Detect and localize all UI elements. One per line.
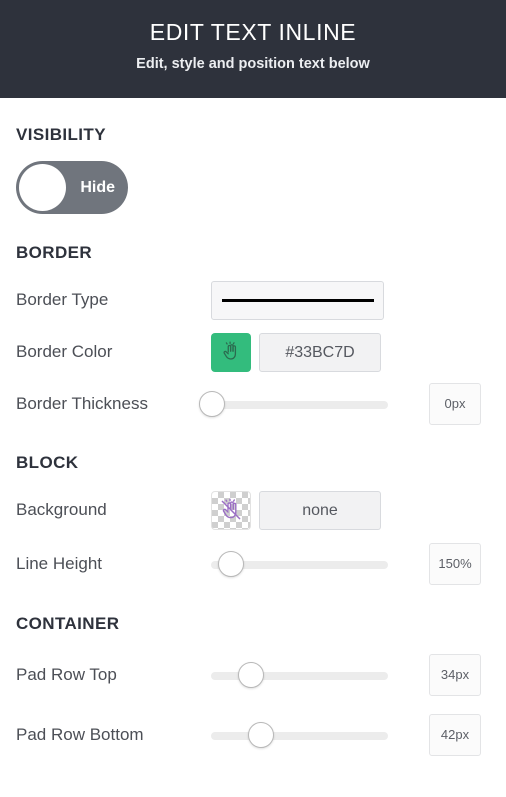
slider-knob[interactable] xyxy=(248,722,274,748)
label-background: Background xyxy=(16,500,107,519)
label-border-type: Border Type xyxy=(16,290,109,309)
border-type-select[interactable] xyxy=(211,280,384,320)
label-pad-row-top: Pad Row Top xyxy=(16,665,117,684)
row-line-height: Line Height 150% xyxy=(16,539,490,589)
pad-row-bottom-slider[interactable] xyxy=(211,720,388,750)
page-title: EDIT TEXT INLINE xyxy=(149,19,357,45)
slider-knob[interactable] xyxy=(199,391,225,417)
border-thickness-value[interactable]: 0px xyxy=(429,383,481,425)
border-color-value[interactable]: #33BC7D xyxy=(259,332,381,372)
visibility-toggle[interactable]: Hide xyxy=(16,161,128,214)
border-color-swatch[interactable] xyxy=(211,332,251,372)
visibility-toggle-wrap: Hide xyxy=(16,145,490,215)
label-border-color: Border Color xyxy=(16,342,113,361)
section-heading-block: BLOCK xyxy=(16,453,79,472)
row-border-type: Border Type xyxy=(16,275,490,325)
row-pad-row-bottom: Pad Row Bottom 42px xyxy=(16,710,490,760)
slider-knob[interactable] xyxy=(238,662,264,688)
toggle-knob[interactable] xyxy=(19,164,66,211)
section-heading-visibility: VISIBILITY xyxy=(16,125,106,144)
row-background: Background none xyxy=(16,485,490,535)
border-type-preview-line xyxy=(221,298,374,302)
label-border-thickness: Border Thickness xyxy=(16,394,148,413)
toggle-label: Hide xyxy=(80,179,115,196)
panel-header: EDIT TEXT INLINE Edit, style and positio… xyxy=(0,0,506,98)
background-color-value[interactable]: none xyxy=(259,490,381,530)
pad-row-top-slider[interactable] xyxy=(211,660,388,690)
slider-knob[interactable] xyxy=(218,551,244,577)
background-color-swatch[interactable] xyxy=(211,490,251,530)
row-border-color: Border Color #33BC7D xyxy=(16,327,490,377)
label-line-height: Line Height xyxy=(16,554,103,573)
section-heading-border: BORDER xyxy=(16,243,93,262)
section-heading-container: CONTAINER xyxy=(16,614,120,633)
line-height-slider[interactable] xyxy=(211,549,388,579)
row-pad-row-top: Pad Row Top 34px xyxy=(16,650,490,700)
pad-row-bottom-value[interactable]: 42px xyxy=(429,714,481,756)
pad-row-top-value[interactable]: 34px xyxy=(429,654,481,696)
line-height-value[interactable]: 150% xyxy=(429,543,481,585)
border-thickness-slider[interactable] xyxy=(199,389,388,419)
row-border-thickness: Border Thickness 0px xyxy=(16,379,490,429)
label-pad-row-bottom: Pad Row Bottom xyxy=(16,725,144,744)
hand-pointer-icon xyxy=(223,341,237,360)
settings-content: VISIBILITY Hide BORDER Border Type Borde… xyxy=(0,98,506,760)
hand-pointer-slash-icon xyxy=(221,498,241,520)
slider-track xyxy=(211,732,388,740)
page-subtitle: Edit, style and position text below xyxy=(136,56,370,72)
slider-track xyxy=(211,401,388,409)
